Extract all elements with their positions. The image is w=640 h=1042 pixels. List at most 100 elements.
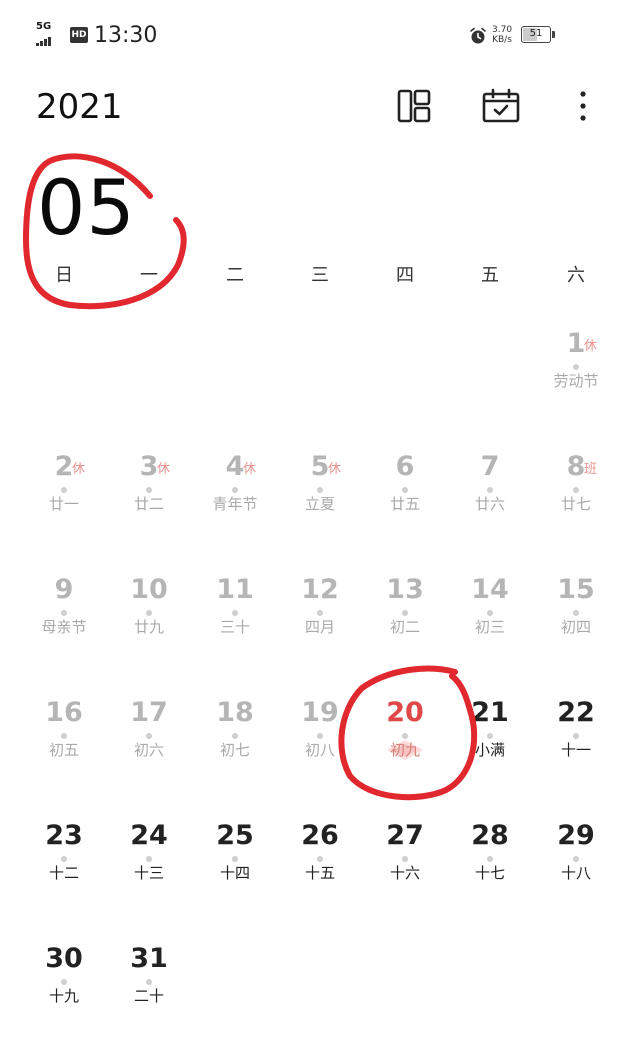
day-dot <box>402 733 408 739</box>
day-dot <box>573 487 579 493</box>
day-cell[interactable]: 11 三十 <box>195 573 275 673</box>
day-cell[interactable]: 14 初三 <box>450 573 530 673</box>
day-number: 29 <box>557 820 595 851</box>
lunar-label: 劳动节 <box>553 372 599 390</box>
workday-badge: 班 <box>584 462 598 477</box>
day-cell[interactable]: 15 初四 <box>536 573 616 673</box>
day-number: 8 <box>566 451 586 482</box>
holiday-rest-badge: 休 <box>584 339 598 354</box>
day-cell[interactable]: 9 母亲节 <box>24 573 104 673</box>
day-cell[interactable]: 13 初二 <box>365 573 445 673</box>
day-number: 23 <box>45 820 83 851</box>
day-dot <box>573 733 579 739</box>
day-cell[interactable]: 27 十六 <box>365 819 445 919</box>
day-number: 31 <box>130 943 168 974</box>
day-number: 15 <box>557 574 595 605</box>
day-cell[interactable]: 23 十二 <box>24 819 104 919</box>
day-dot <box>61 979 67 985</box>
day-cell-today[interactable]: 20 初九 <box>365 696 445 796</box>
day-cell[interactable]: 8 班廿七 <box>536 450 616 550</box>
day-cell[interactable]: 1 休劳动节 <box>536 327 616 427</box>
day-dot <box>317 856 323 862</box>
lunar-label: 十一 <box>560 741 591 759</box>
day-dot <box>487 733 493 739</box>
day-cell[interactable]: 19 初八 <box>280 696 360 796</box>
day-number: 28 <box>471 820 509 851</box>
day-number: 4 <box>225 451 245 482</box>
day-cell[interactable]: 21 小满 <box>450 696 530 796</box>
day-dot <box>232 733 238 739</box>
day-dot <box>146 487 152 493</box>
lunar-label: 廿九 <box>133 618 164 636</box>
lunar-label: 小满 <box>474 741 505 759</box>
day-cell[interactable]: 25 十四 <box>195 819 275 919</box>
lunar-label: 廿二 <box>133 495 164 513</box>
day-number: 30 <box>45 943 83 974</box>
day-number: 11 <box>216 574 254 605</box>
weekday-label: 四 <box>396 265 414 286</box>
lunar-label: 廿六 <box>474 495 505 513</box>
day-number: 21 <box>471 697 509 728</box>
lunar-label: 初六 <box>133 741 164 759</box>
day-dot <box>487 856 493 862</box>
day-dot <box>232 610 238 616</box>
day-cell[interactable]: 31 二十 <box>109 942 189 1042</box>
holiday-rest-badge: 休 <box>243 462 257 477</box>
day-cell[interactable]: 28 十七 <box>450 819 530 919</box>
day-cell[interactable]: 5 休立夏 <box>280 450 360 550</box>
day-cell[interactable]: 22 十一 <box>536 696 616 796</box>
day-dot <box>487 487 493 493</box>
lunar-label: 二十 <box>133 987 164 1005</box>
today-button[interactable] <box>481 86 521 126</box>
day-cell[interactable]: 18 初七 <box>195 696 275 796</box>
lunar-label: 初四 <box>560 618 591 636</box>
day-dot <box>573 856 579 862</box>
day-dot <box>317 610 323 616</box>
day-number: 10 <box>130 574 168 605</box>
more-vert-icon <box>580 91 586 121</box>
day-cell[interactable]: 30 十九 <box>24 942 104 1042</box>
layout-view-button[interactable] <box>394 86 434 126</box>
day-cell[interactable]: 10 廿九 <box>109 573 189 673</box>
day-number: 7 <box>480 451 500 482</box>
day-dot <box>61 733 67 739</box>
day-cell[interactable]: 29 十八 <box>536 819 616 919</box>
day-number: 3 <box>139 451 159 482</box>
layout-grid-icon <box>397 89 431 123</box>
day-dot <box>232 856 238 862</box>
lunar-label: 十三 <box>133 864 164 882</box>
status-bar: 5G HD 13:30 3.70 KB/s 51 <box>0 0 640 70</box>
day-dot <box>487 610 493 616</box>
day-cell[interactable]: 4 休青年节 <box>195 450 275 550</box>
lunar-label: 廿七 <box>560 495 591 513</box>
day-number: 14 <box>471 574 509 605</box>
day-number: 16 <box>45 697 83 728</box>
day-dot <box>146 856 152 862</box>
day-cell[interactable]: 6 廿五 <box>365 450 445 550</box>
day-cell[interactable]: 12 四月 <box>280 573 360 673</box>
day-cell[interactable]: 7 廿六 <box>450 450 530 550</box>
weekday-label: 日 <box>55 265 73 286</box>
year-title[interactable]: 2021 <box>36 86 123 128</box>
signal-icon: 5G <box>36 22 66 46</box>
day-dot <box>61 487 67 493</box>
hd-badge: HD <box>70 27 88 43</box>
weekday-label: 五 <box>481 265 499 286</box>
more-button[interactable] <box>564 86 604 126</box>
day-number: 12 <box>301 574 339 605</box>
day-cell[interactable]: 26 十五 <box>280 819 360 919</box>
day-cell[interactable]: 17 初六 <box>109 696 189 796</box>
day-number: 26 <box>301 820 339 851</box>
day-cell[interactable]: 24 十三 <box>109 819 189 919</box>
day-cell[interactable]: 3 休廿二 <box>109 450 189 550</box>
day-dot <box>146 733 152 739</box>
lunar-label: 十七 <box>474 864 505 882</box>
day-cell[interactable]: 2 休廿一 <box>24 450 104 550</box>
day-cell[interactable]: 16 初五 <box>24 696 104 796</box>
day-dot <box>61 856 67 862</box>
day-number: 9 <box>54 574 74 605</box>
weekday-label: 一 <box>140 265 158 286</box>
weekday-label: 三 <box>311 265 329 286</box>
day-dot <box>402 856 408 862</box>
day-number: 6 <box>395 451 415 482</box>
